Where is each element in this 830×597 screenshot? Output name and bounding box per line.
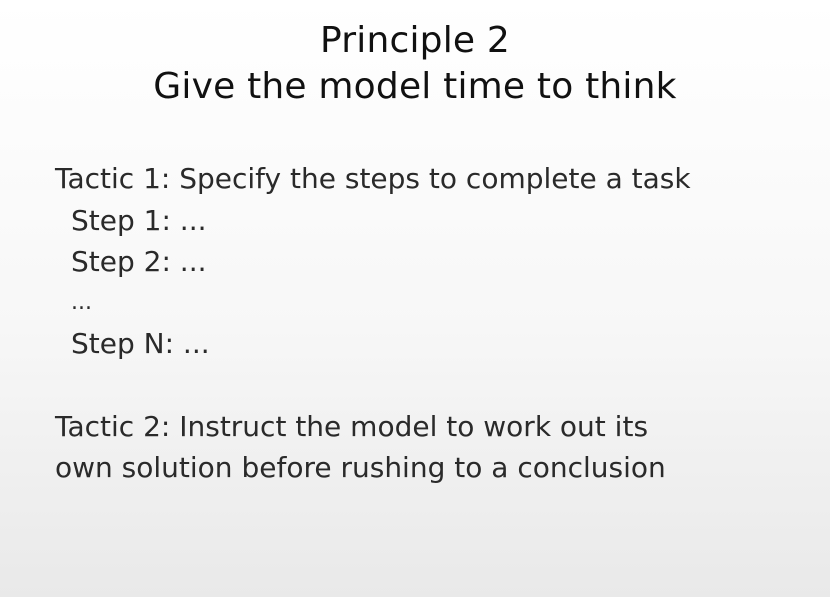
step-ellipsis: ...	[71, 290, 92, 315]
tactic-2-line-1: Tactic 2: Instruct the model to work out…	[55, 410, 649, 443]
step-2: Step 2: ...	[71, 245, 207, 278]
step-list: Step 1: ... Step 2: ... ... Step N: ...	[55, 200, 815, 364]
title-subtitle: Give the model time to think	[153, 66, 677, 107]
step-n: Step N: ...	[71, 327, 210, 360]
title-principle: Principle 2	[319, 20, 511, 61]
slide-title: Principle 2 Give the model time to think	[0, 18, 830, 110]
tactic-2-block: Tactic 2: Instruct the model to work out…	[55, 406, 815, 488]
slide: Principle 2 Give the model time to think…	[0, 0, 830, 597]
tactic-2-line-2: own solution before rushing to a conclus…	[55, 451, 666, 484]
tactic-1-heading: Tactic 1: Specify the steps to complete …	[55, 162, 691, 195]
step-1: Step 1: ...	[71, 204, 207, 237]
tactic-1-block: Tactic 1: Specify the steps to complete …	[55, 158, 815, 364]
